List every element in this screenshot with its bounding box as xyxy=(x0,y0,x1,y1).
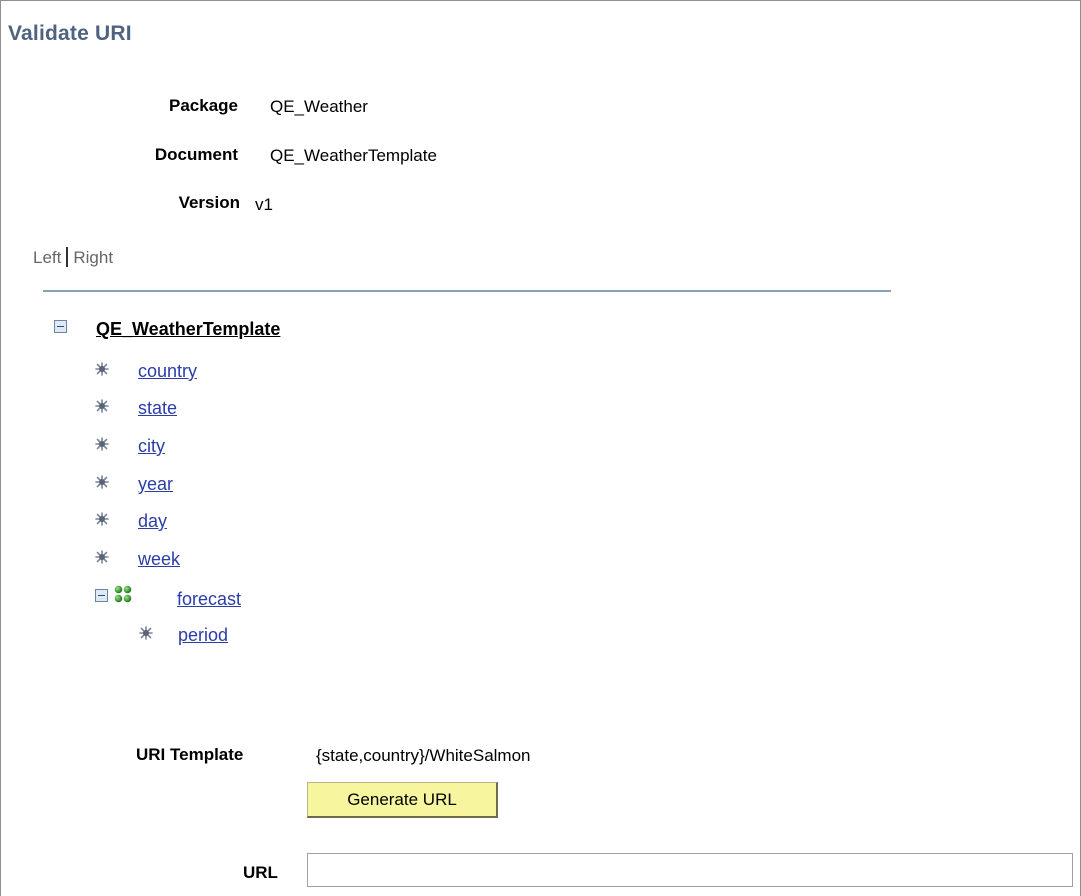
uri-template-value: {state,country}/WhiteSalmon xyxy=(316,746,531,765)
document-value: QE_WeatherTemplate xyxy=(270,146,437,165)
primitive-element-icon xyxy=(95,475,109,489)
tree-item-year[interactable]: year xyxy=(138,474,173,495)
primitive-element-icon xyxy=(95,362,109,376)
primitive-element-icon xyxy=(95,399,109,413)
tree-root-label[interactable]: QE_WeatherTemplate xyxy=(96,319,280,340)
tree-item-city[interactable]: city xyxy=(138,436,165,457)
tree-item-period[interactable]: period xyxy=(178,625,228,646)
version-label: Version xyxy=(178,193,240,212)
url-field[interactable] xyxy=(307,853,1073,887)
section-divider xyxy=(43,290,891,292)
tree-item-day[interactable]: day xyxy=(138,511,167,532)
right-pane-link[interactable]: Right xyxy=(73,248,113,267)
version-value: v1 xyxy=(255,195,273,214)
page-title: Validate URI xyxy=(8,22,132,45)
primitive-element-icon xyxy=(139,626,153,640)
tree-item-state[interactable]: state xyxy=(138,398,177,419)
left-pane-link[interactable]: Left xyxy=(33,248,61,267)
package-label: Package xyxy=(169,96,238,115)
tree-item-forecast[interactable]: forecast xyxy=(177,589,241,610)
collection-icon xyxy=(114,585,132,603)
uri-template-label: URI Template xyxy=(136,745,244,764)
tree-item-week[interactable]: week xyxy=(138,549,180,570)
url-label: URL xyxy=(243,863,278,882)
pane-separator xyxy=(66,247,69,267)
collapse-forecast-icon[interactable] xyxy=(95,589,108,602)
primitive-element-icon xyxy=(95,550,109,564)
document-label: Document xyxy=(154,145,238,164)
package-value: QE_Weather xyxy=(270,97,368,116)
primitive-element-icon xyxy=(95,437,109,451)
tree-item-country[interactable]: country xyxy=(138,361,197,382)
primitive-element-icon xyxy=(95,512,109,526)
generate-url-button[interactable]: Generate URL xyxy=(307,782,498,818)
pane-switch: Left Right xyxy=(33,247,113,268)
collapse-root-icon[interactable] xyxy=(54,320,67,333)
